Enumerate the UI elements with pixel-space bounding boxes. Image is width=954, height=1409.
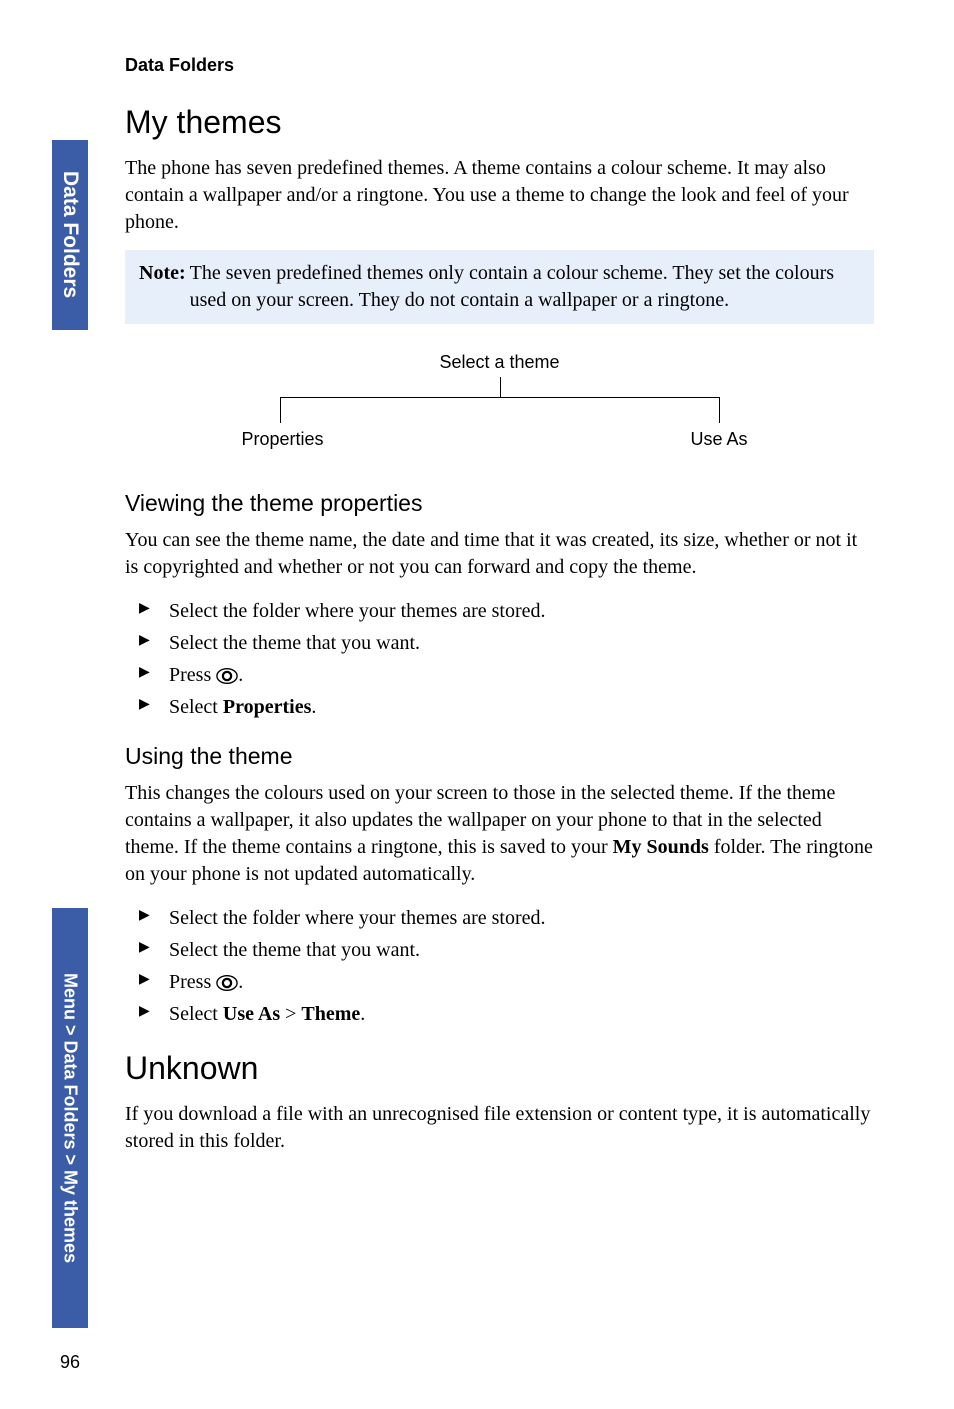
- unknown-paragraph: If you download a file with an unrecogni…: [125, 1101, 874, 1155]
- heading-viewing-properties: Viewing the theme properties: [125, 490, 874, 517]
- step-text: .: [238, 971, 243, 993]
- running-head: Data Folders: [125, 55, 874, 76]
- note-box: Note: The seven predefined themes only c…: [125, 250, 874, 324]
- diagram-leaf-properties: Properties: [242, 429, 324, 450]
- list-item: Select Use As > Theme.: [151, 998, 874, 1030]
- list-item: Select the folder where your themes are …: [151, 595, 874, 627]
- side-tab-breadcrumb: Menu > Data Folders > My themes: [52, 908, 88, 1328]
- diagram: Select a theme Properties Use As: [125, 352, 874, 450]
- step-text: Press: [169, 971, 216, 993]
- step-text: Select: [169, 1003, 223, 1025]
- note-label: Note:: [139, 260, 190, 314]
- step-bold: Theme: [301, 1003, 360, 1025]
- step-text: >: [280, 1003, 301, 1025]
- steps-list: Select the folder where your themes are …: [125, 902, 874, 1030]
- step-text: Select: [169, 696, 223, 718]
- using-theme-paragraph: This changes the colours used on your sc…: [125, 780, 874, 888]
- list-item: Press .: [151, 966, 874, 998]
- step-bold: Properties: [223, 696, 312, 718]
- heading-my-themes: My themes: [125, 104, 874, 141]
- heading-unknown: Unknown: [125, 1050, 874, 1087]
- step-text: .: [360, 1003, 365, 1025]
- viewing-properties-paragraph: You can see the theme name, the date and…: [125, 527, 874, 581]
- diagram-root: Select a theme: [280, 352, 720, 373]
- side-tab-section: Data Folders: [52, 140, 88, 330]
- para-bold: My Sounds: [613, 836, 709, 858]
- step-text: .: [311, 696, 316, 718]
- step-text: Press: [169, 664, 216, 686]
- list-item: Select the theme that you want.: [151, 627, 874, 659]
- page-content: Data Folders My themes The phone has sev…: [125, 0, 874, 1155]
- heading-using-theme: Using the theme: [125, 743, 874, 770]
- page-number: 96: [60, 1352, 80, 1373]
- list-item: Press .: [151, 659, 874, 691]
- steps-list: Select the folder where your themes are …: [125, 595, 874, 723]
- diagram-leaf-use-as: Use As: [690, 429, 747, 450]
- ok-button-icon: [216, 972, 238, 994]
- intro-paragraph: The phone has seven predefined themes. A…: [125, 155, 874, 236]
- list-item: Select Properties.: [151, 691, 874, 723]
- list-item: Select the theme that you want.: [151, 934, 874, 966]
- list-item: Select the folder where your themes are …: [151, 902, 874, 934]
- diagram-connectors: [280, 377, 720, 423]
- step-bold: Use As: [223, 1003, 280, 1025]
- note-text: The seven predefined themes only contain…: [190, 260, 860, 314]
- ok-button-icon: [216, 665, 238, 687]
- step-text: .: [238, 664, 243, 686]
